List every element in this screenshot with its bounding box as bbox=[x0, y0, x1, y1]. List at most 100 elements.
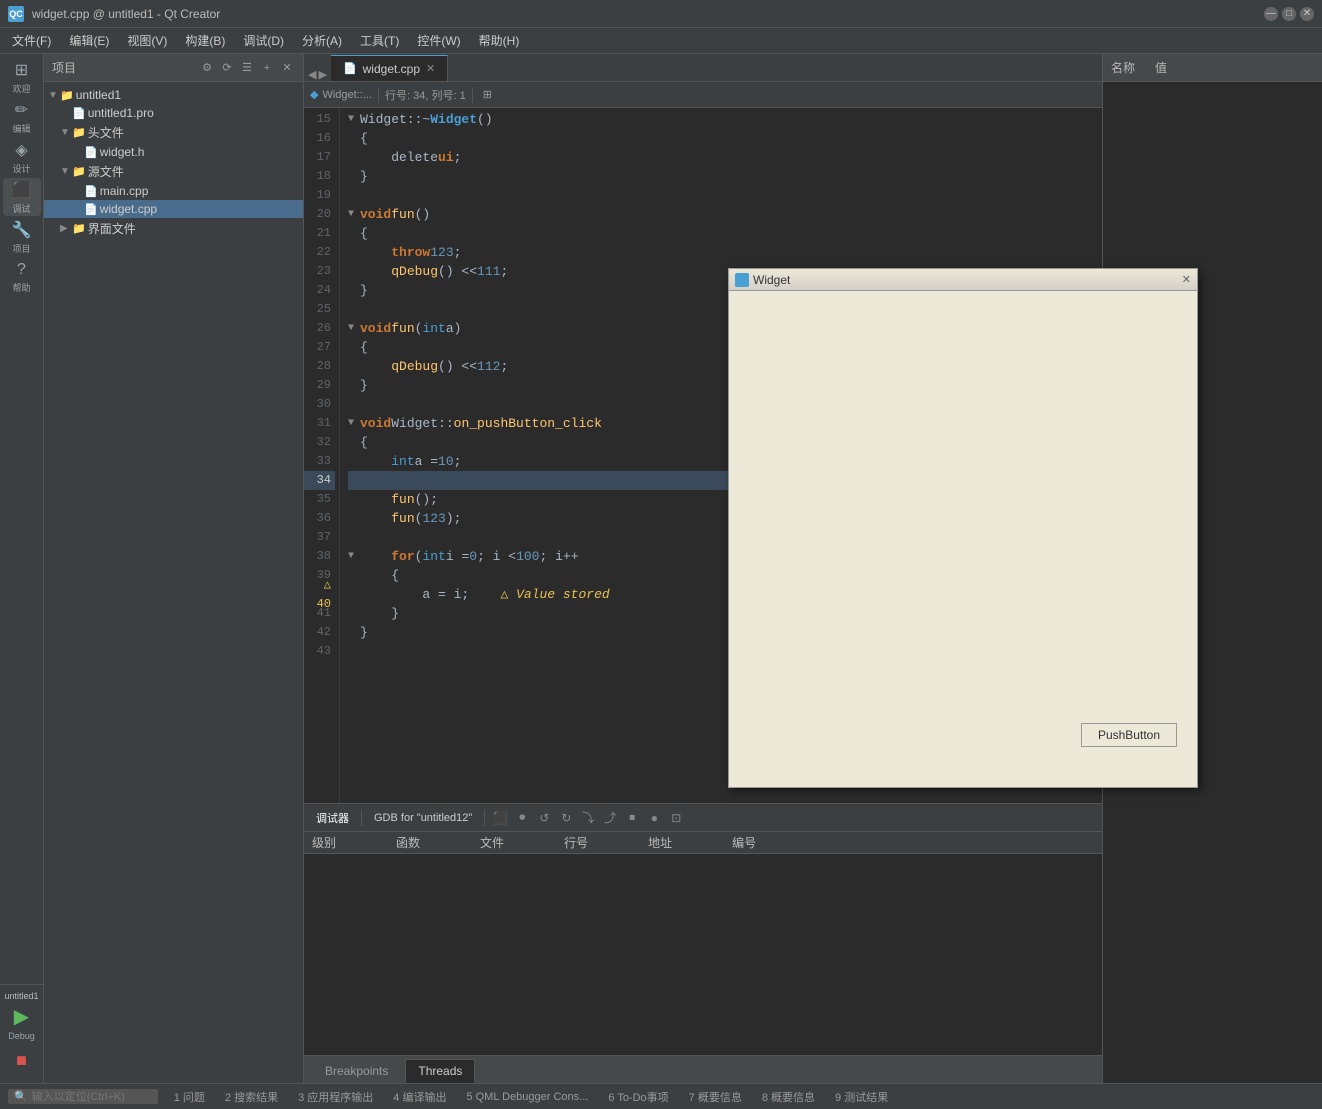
status-item-4[interactable]: 5 QML Debugger Cons... bbox=[462, 1091, 592, 1103]
status-item-1[interactable]: 2 搜索结果 bbox=[221, 1089, 282, 1105]
search-box[interactable]: 🔍 bbox=[8, 1089, 158, 1104]
menu-debug[interactable]: 调试(D) bbox=[235, 30, 292, 51]
fold-26[interactable]: ▼ bbox=[348, 323, 360, 334]
panel-close-btn[interactable]: ✕ bbox=[279, 60, 295, 76]
code-line-19 bbox=[348, 186, 1102, 205]
status-item-8[interactable]: 9 测试结果 bbox=[831, 1089, 892, 1105]
sidebar-item-debug[interactable]: ⬛ 调试 bbox=[3, 178, 41, 216]
debug-toolbar-btn-8[interactable]: ● bbox=[645, 809, 663, 827]
fold-36 bbox=[348, 513, 360, 524]
debug-toolbar-btn-9[interactable]: ⊡ bbox=[667, 809, 685, 827]
maximize-button[interactable]: □ bbox=[1282, 7, 1296, 21]
tab-close-btn[interactable]: ✕ bbox=[426, 62, 435, 75]
menu-tools[interactable]: 工具(T) bbox=[352, 30, 407, 51]
sidebar-welcome-label: 欢迎 bbox=[12, 82, 30, 95]
tree-label-sources: 源文件 bbox=[88, 163, 124, 180]
close-button[interactable]: ✕ bbox=[1300, 7, 1314, 21]
tab-breakpoints[interactable]: Breakpoints bbox=[312, 1059, 401, 1083]
prop-name-header: 名称 bbox=[1111, 59, 1135, 76]
debug-toolbar-btn-6[interactable]: ⤴ bbox=[601, 809, 619, 827]
search-icon: 🔍 bbox=[14, 1090, 28, 1103]
fold-33 bbox=[348, 456, 360, 467]
debug-toolbar-btn-1[interactable]: ⬛ bbox=[491, 809, 509, 827]
fold-23 bbox=[348, 266, 360, 277]
status-item-0[interactable]: 1 问题 bbox=[170, 1089, 209, 1105]
debugger-label[interactable]: 调试器 bbox=[310, 808, 355, 828]
menu-file[interactable]: 文件(F) bbox=[4, 30, 59, 51]
toolbar-sep-bottom-1 bbox=[361, 810, 362, 826]
sidebar-item-project[interactable]: 🔧 项目 bbox=[3, 218, 41, 256]
menu-controls[interactable]: 控件(W) bbox=[409, 30, 468, 51]
debug-toolbar-btn-4[interactable]: ↻ bbox=[557, 809, 575, 827]
widget-titlebar[interactable]: Widget ✕ bbox=[729, 269, 1197, 291]
fold-15[interactable]: ▼ bbox=[348, 114, 360, 125]
status-item-7[interactable]: 8 概要信息 bbox=[758, 1089, 819, 1105]
debug-toolbar-btn-3[interactable]: ↺ bbox=[535, 809, 553, 827]
fold-31[interactable]: ▼ bbox=[348, 418, 360, 429]
menu-build[interactable]: 构建(B) bbox=[177, 30, 233, 51]
menu-edit[interactable]: 编辑(E) bbox=[61, 30, 117, 51]
sidebar-project-label: 项目 bbox=[12, 242, 30, 255]
gdb-label[interactable]: GDB for "untitled12" bbox=[368, 810, 478, 826]
line-num-31: 31 bbox=[304, 414, 335, 433]
sidebar-item-edit[interactable]: ✏ 编辑 bbox=[3, 98, 41, 136]
tree-item-widget-h[interactable]: ▶ 📄 widget.h bbox=[44, 143, 303, 161]
line-num-19: 19 bbox=[304, 186, 335, 205]
sidebar-item-design[interactable]: ◈ 设计 bbox=[3, 138, 41, 176]
line-num-32: 32 bbox=[304, 433, 335, 452]
tree-item-sources[interactable]: ▼ 📁 源文件 bbox=[44, 161, 303, 182]
tree-item-main-cpp[interactable]: ▶ 📄 main.cpp bbox=[44, 182, 303, 200]
fold-21 bbox=[348, 228, 360, 239]
tree-arrow-headers: ▼ bbox=[60, 127, 70, 138]
widget-body: PushButton bbox=[729, 291, 1197, 787]
sidebar-item-welcome[interactable]: ⊞ 欢迎 bbox=[3, 58, 41, 96]
menu-analyze[interactable]: 分析(A) bbox=[294, 30, 350, 51]
status-item-2[interactable]: 3 应用程序输出 bbox=[294, 1089, 377, 1105]
panel-add-btn[interactable]: + bbox=[259, 60, 275, 76]
minimize-button[interactable]: — bbox=[1264, 7, 1278, 21]
col-file: 文件 bbox=[480, 834, 504, 851]
col-address: 地址 bbox=[648, 834, 672, 851]
fold-29 bbox=[348, 380, 360, 391]
sidebar-item-help[interactable]: ? 帮助 bbox=[3, 258, 41, 296]
sidebar-bottom-section: untitled1 ▶ Debug ■ bbox=[0, 984, 43, 1083]
tab-threads[interactable]: Threads bbox=[405, 1059, 475, 1083]
sidebar-debug-run[interactable]: ▶ Debug bbox=[3, 1003, 41, 1041]
menu-view[interactable]: 视图(V) bbox=[119, 30, 175, 51]
pushbutton[interactable]: PushButton bbox=[1081, 723, 1177, 747]
panel-options-btn[interactable]: ☰ bbox=[239, 60, 255, 76]
search-input[interactable] bbox=[32, 1091, 152, 1103]
tree-item-root[interactable]: ▼ 📁 untitled1 bbox=[44, 86, 303, 104]
tree-item-ui[interactable]: ▶ 📁 界面文件 bbox=[44, 218, 303, 239]
status-item-6[interactable]: 7 概要信息 bbox=[685, 1089, 746, 1105]
debug-toolbar-btn-2[interactable]: ⏺ bbox=[513, 809, 531, 827]
line-num-22: 22 bbox=[304, 243, 335, 262]
properties-header: 名称 值 bbox=[1103, 54, 1322, 82]
line-num-43: 43 bbox=[304, 642, 335, 661]
fold-30 bbox=[348, 399, 360, 410]
tree-item-pro[interactable]: ▶ 📄 untitled1.pro bbox=[44, 104, 303, 122]
code-line-20: ▼void fun() bbox=[348, 205, 1102, 224]
widget-window-close[interactable]: ✕ bbox=[1182, 273, 1191, 286]
debug-toolbar-btn-7[interactable]: ⏹ bbox=[623, 809, 641, 827]
tree-item-headers[interactable]: ▼ 📁 头文件 bbox=[44, 122, 303, 143]
sidebar-stop-btn[interactable]: ■ bbox=[3, 1041, 41, 1079]
debug-toolbar-btn-5[interactable]: ⤵ bbox=[579, 809, 597, 827]
tree-item-widget-cpp[interactable]: ▶ 📄 widget.cpp bbox=[44, 200, 303, 218]
status-item-5[interactable]: 6 To-Do事项 bbox=[604, 1089, 672, 1105]
panel-filter-btn[interactable]: ⚙ bbox=[199, 60, 215, 76]
tab-nav-right[interactable]: ▶ bbox=[318, 68, 326, 81]
toolbar-btn-1[interactable]: ⊞ bbox=[479, 87, 496, 102]
fold-20[interactable]: ▼ bbox=[348, 209, 360, 220]
col-level: 级别 bbox=[312, 834, 336, 851]
sidebar-project-name[interactable]: untitled1 bbox=[4, 989, 38, 1003]
line-num-20: 20 bbox=[304, 205, 335, 224]
menu-help[interactable]: 帮助(H) bbox=[471, 30, 528, 51]
tab-nav-left[interactable]: ◀ bbox=[308, 68, 316, 81]
panel-sync-btn[interactable]: ⟳ bbox=[219, 60, 235, 76]
fold-38[interactable]: ▼ bbox=[348, 551, 360, 562]
status-item-3[interactable]: 4 编译输出 bbox=[389, 1089, 450, 1105]
file-icon-main-cpp: 📄 bbox=[84, 185, 98, 198]
tab-widget-cpp[interactable]: 📄 widget.cpp ✕ bbox=[331, 55, 448, 81]
toolbar-sep-2 bbox=[472, 87, 473, 103]
